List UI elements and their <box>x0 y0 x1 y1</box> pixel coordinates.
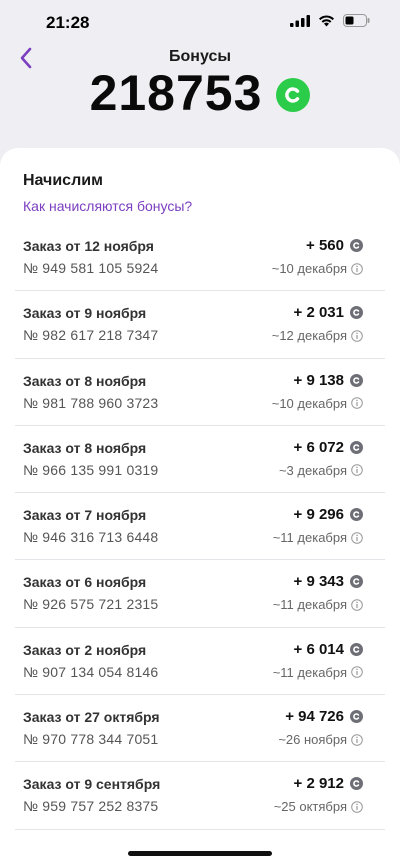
order-date-row: ~10 декабря <box>272 261 363 276</box>
status-bar: 21:28 <box>0 0 400 44</box>
order-number: № 970 778 344 7051 <box>23 731 159 748</box>
info-icon[interactable] <box>351 733 363 746</box>
order-row[interactable]: Заказ от 9 ноября № 982 617 218 7347 + 2… <box>15 291 385 359</box>
battery-icon <box>343 14 370 27</box>
order-amount-row: + 6 014 <box>294 641 363 658</box>
order-title: Заказ от 12 ноября <box>23 238 154 254</box>
order-number: № 946 316 713 6448 <box>23 529 159 546</box>
order-row[interactable]: Заказ от 27 октября № 970 778 344 7051 +… <box>15 695 385 763</box>
order-row[interactable]: Заказ от 8 ноября № 966 135 991 0319 + 6… <box>15 426 385 494</box>
order-accrual-date: ~11 декабря <box>272 597 347 613</box>
header: Бонусы 218753 <box>0 44 400 148</box>
order-amount-row: + 2 912 <box>294 775 363 792</box>
order-title: Заказ от 9 сентября <box>23 776 161 793</box>
order-accrual-date: ~11 декабря <box>272 664 347 680</box>
order-amount: + 560 <box>306 237 344 254</box>
bonus-coin-icon <box>350 306 363 320</box>
order-date-row: ~26 ноября <box>278 732 363 747</box>
order-date-row: ~11 декабря <box>273 530 363 545</box>
status-time: 21:28 <box>46 13 90 32</box>
order-amount-row: + 2 031 <box>294 304 363 321</box>
order-title: Заказ от 7 ноября <box>23 507 147 524</box>
order-row[interactable]: Заказ от 7 ноября № 946 316 713 6448 + 9… <box>15 493 385 561</box>
order-amount-row: + 560 <box>306 237 363 254</box>
info-icon[interactable] <box>351 801 363 813</box>
order-amount-row: + 6 072 <box>294 439 363 456</box>
order-date-row: ~12 декабря <box>272 328 363 343</box>
order-amount: + 2 031 <box>293 304 344 322</box>
bonus-coin-icon <box>276 78 311 112</box>
order-date-row: ~3 декабря <box>279 463 363 478</box>
bonus-coin-icon <box>350 710 363 724</box>
order-accrual-date: ~26 ноября <box>278 732 347 748</box>
order-amount-row: + 9 343 <box>294 573 363 590</box>
info-icon[interactable] <box>351 599 363 611</box>
orders-list: Заказ от 12 ноября № 949 581 105 5924 + … <box>15 224 385 830</box>
order-accrual-date: ~3 декабря <box>278 462 347 478</box>
order-amount: + 9 343 <box>293 573 344 591</box>
info-icon[interactable] <box>351 329 363 342</box>
order-title: Заказ от 8 ноября <box>23 439 147 456</box>
order-accrual-date: ~10 декабря <box>271 261 347 276</box>
bonus-coin-icon <box>350 575 363 589</box>
bonus-coin-icon <box>350 642 363 656</box>
info-icon[interactable] <box>351 262 363 275</box>
order-title: Заказ от 9 ноября <box>23 305 147 322</box>
order-title: Заказ от 8 ноября <box>23 372 147 389</box>
info-icon[interactable] <box>351 397 363 409</box>
info-icon[interactable] <box>351 666 363 679</box>
order-number: № 959 757 252 8375 <box>23 798 159 815</box>
balance-row: 218753 <box>0 64 400 122</box>
bonus-coin-icon <box>350 373 363 387</box>
order-amount: + 9 296 <box>293 506 344 524</box>
bonus-balance: 218753 <box>89 65 263 121</box>
order-amount: + 6 072 <box>293 438 344 456</box>
status-icons <box>290 14 370 27</box>
info-icon[interactable] <box>351 531 363 544</box>
order-number: № 966 135 991 0319 <box>23 461 159 478</box>
order-title: Заказ от 2 ноября <box>23 641 147 658</box>
order-accrual-date: ~10 декабря <box>271 395 347 411</box>
bonus-coin-icon <box>350 239 363 252</box>
order-row[interactable]: Заказ от 6 ноября № 926 575 721 2315 + 9… <box>15 560 385 628</box>
order-row[interactable]: Заказ от 9 сентября № 959 757 252 8375 +… <box>15 762 385 830</box>
how-bonuses-link[interactable]: Как начисляются бонусы? <box>23 198 192 214</box>
order-row[interactable]: Заказ от 2 ноября № 907 134 054 8146 + 6… <box>15 628 385 696</box>
order-number: № 982 617 218 7347 <box>23 327 159 344</box>
order-amount: + 9 138 <box>293 371 344 389</box>
order-title: Заказ от 27 октября <box>23 709 160 726</box>
order-date-row: ~25 октября <box>274 799 363 814</box>
section-title: Начислим <box>23 172 103 189</box>
order-date-row: ~11 декабря <box>273 665 363 680</box>
order-accrual-date: ~11 декабря <box>272 530 347 546</box>
order-date-row: ~11 декабря <box>273 597 363 612</box>
bonus-coin-icon <box>350 440 363 454</box>
order-title: Заказ от 6 ноября <box>23 574 147 591</box>
order-amount-row: + 9 296 <box>294 506 363 523</box>
order-amount-row: + 94 726 <box>285 708 363 725</box>
cellular-signal-icon <box>290 14 310 27</box>
order-amount: + 6 014 <box>293 640 344 658</box>
home-indicator <box>128 851 272 856</box>
bonus-coin-icon <box>350 777 363 791</box>
order-row[interactable]: Заказ от 12 ноября № 949 581 105 5924 + … <box>15 224 385 292</box>
order-accrual-date: ~12 декабря <box>271 328 347 344</box>
order-amount-row: + 9 138 <box>294 372 363 389</box>
bonus-coin-icon <box>350 508 363 522</box>
order-date-row: ~10 декабря <box>272 396 363 411</box>
info-icon[interactable] <box>351 464 363 477</box>
order-number: № 949 581 105 5924 <box>23 260 159 276</box>
accruals-card: Начислим Как начисляются бонусы? Заказ о… <box>0 148 400 865</box>
order-amount: + 2 912 <box>293 775 344 793</box>
order-number: № 907 134 054 8146 <box>23 663 159 680</box>
order-number: № 926 575 721 2315 <box>23 596 159 613</box>
order-amount: + 94 726 <box>285 708 344 726</box>
order-number: № 981 788 960 3723 <box>23 394 159 411</box>
order-accrual-date: ~25 октября <box>273 799 347 815</box>
order-row[interactable]: Заказ от 8 ноября № 981 788 960 3723 + 9… <box>15 359 385 426</box>
wifi-icon <box>319 14 334 26</box>
